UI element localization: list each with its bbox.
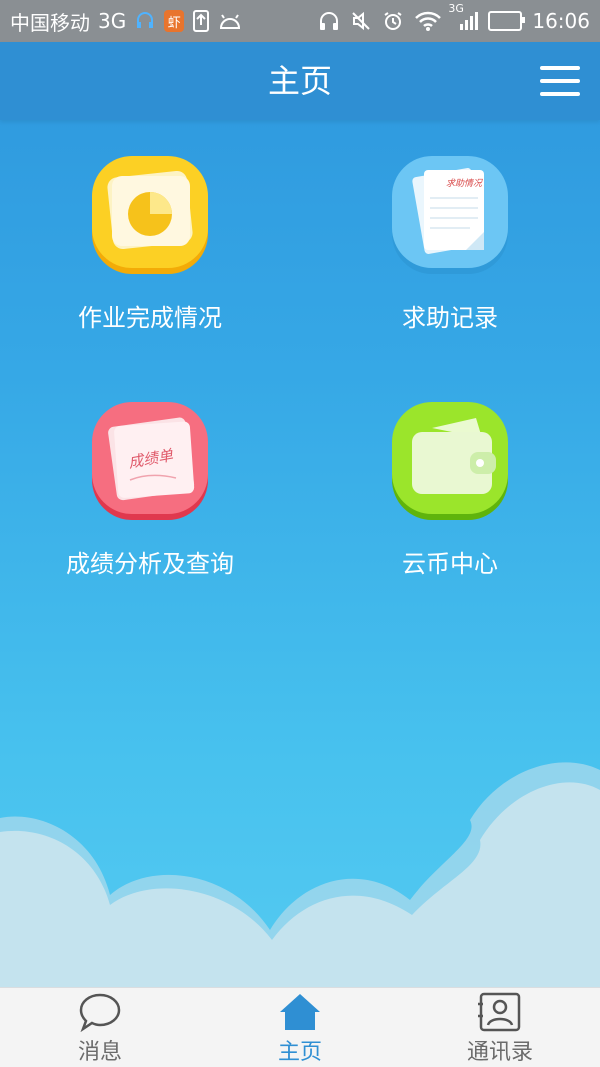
grade-analysis-tile[interactable]: 成绩单 成绩分析及查询 [0, 402, 300, 612]
cell-signal-icon: 3G [448, 2, 479, 32]
title-bar: 主页 [0, 42, 600, 120]
home-screen: 中国移动 3G 虾 3G 16:06 主页 作业完成情况 求助情况 求助记录 成… [0, 0, 600, 1067]
tile-label: 云币中心 [402, 550, 498, 578]
app-notification-badge: 虾 [164, 10, 185, 32]
wallet-icon [390, 402, 510, 522]
page-title: 主页 [267, 62, 332, 100]
mute-icon [350, 10, 372, 32]
tab-label: 主页 [277, 1040, 322, 1065]
status-bar: 中国移动 3G 虾 3G 16:06 [0, 0, 600, 42]
tab-contacts[interactable]: 通讯录 [400, 988, 600, 1067]
chat-bubble-icon [78, 992, 122, 1033]
tab-label: 消息 [77, 1040, 122, 1065]
tile-label: 求助记录 [402, 304, 498, 332]
wifi-icon [414, 10, 442, 32]
tab-messages[interactable]: 消息 [0, 988, 200, 1067]
cloud-coin-tile[interactable]: 云币中心 [300, 402, 600, 612]
pie-chart-note-icon [90, 156, 210, 276]
signal-type-label: 3G [448, 2, 464, 15]
bottom-tab-bar: 消息 主页 通讯录 [0, 987, 600, 1067]
menu-icon[interactable] [540, 64, 580, 98]
headset-notification-icon [134, 10, 156, 32]
headphones-icon [318, 10, 340, 32]
tile-label: 成绩分析及查询 [66, 550, 234, 578]
alarm-icon [382, 10, 404, 32]
upload-icon [192, 10, 210, 32]
android-icon [218, 12, 242, 30]
battery-icon [488, 11, 526, 31]
tab-label: 通讯录 [466, 1040, 533, 1065]
network-type: 3G [98, 9, 127, 33]
homework-completion-tile[interactable]: 作业完成情况 [0, 156, 300, 366]
tile-label: 作业完成情况 [78, 304, 222, 332]
clock: 16:06 [532, 9, 590, 33]
documents-icon: 求助情况 [390, 156, 510, 276]
svg-text:求助情况: 求助情况 [446, 178, 483, 189]
contacts-icon [478, 992, 522, 1032]
tab-home[interactable]: 主页 [200, 988, 400, 1067]
grade-report-icon: 成绩单 [90, 402, 210, 522]
home-icon [278, 992, 322, 1032]
cloud-background [0, 762, 600, 990]
help-records-tile[interactable]: 求助情况 求助记录 [300, 156, 600, 366]
carrier-name: 中国移动 [10, 10, 90, 35]
